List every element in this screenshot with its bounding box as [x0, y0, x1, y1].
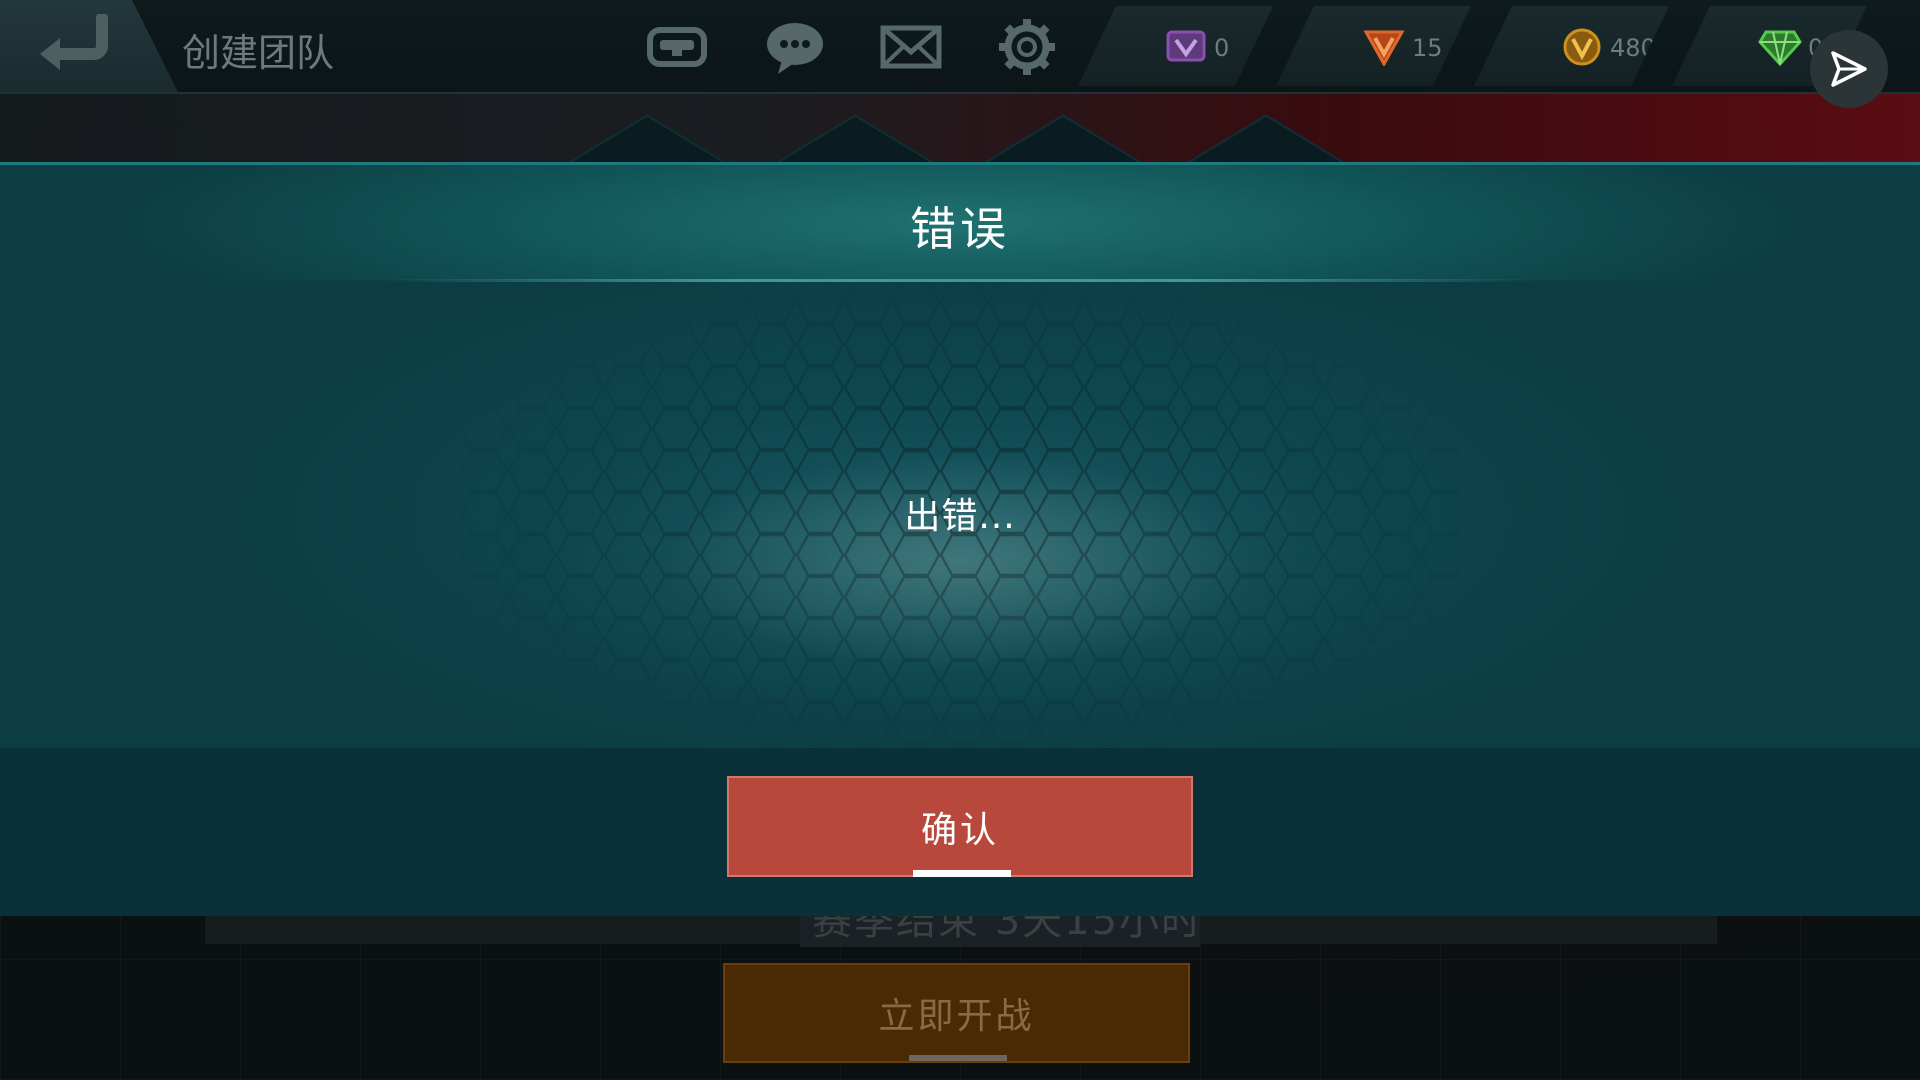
- vip-token-value: 0: [1214, 34, 1230, 62]
- currency-vip-token[interactable]: 0: [1078, 6, 1273, 86]
- start-battle-label: 立即开战: [878, 996, 1035, 1037]
- confirm-label: 确认: [920, 809, 999, 851]
- medal-value: 15: [1412, 34, 1443, 62]
- diamond-icon: [1758, 30, 1802, 66]
- start-battle-button: 立即开战: [723, 963, 1190, 1063]
- background-tab-marker: [773, 114, 937, 164]
- chat-icon[interactable]: [764, 18, 826, 76]
- add-credits-button[interactable]: +: [1658, 26, 1669, 66]
- credits-value: 480: [1610, 34, 1656, 62]
- top-bar: 创建团队 0 15 480 +: [0, 0, 1920, 108]
- gameloft-icon[interactable]: [646, 18, 708, 76]
- error-dialog: 错误 出错... 确认: [0, 162, 1920, 916]
- confirm-underline: [913, 870, 1011, 877]
- settings-gear-icon[interactable]: [996, 18, 1058, 76]
- currency-credits[interactable]: 480 +: [1474, 6, 1669, 86]
- start-battle-underline: [909, 1055, 1007, 1061]
- background-tab-marker: [565, 114, 729, 164]
- background-tab-marker: [1184, 114, 1348, 164]
- confirm-button[interactable]: 确认: [727, 776, 1193, 877]
- dialog-message: 出错...: [904, 496, 1016, 537]
- currency-medal[interactable]: 15: [1276, 6, 1471, 86]
- page-title: 创建团队: [182, 31, 335, 75]
- credits-coin-icon: [1563, 28, 1601, 66]
- background-banner: [0, 92, 1920, 164]
- share-button[interactable]: [1810, 30, 1888, 108]
- background-tab-marker: [981, 114, 1145, 164]
- send-icon: [1831, 51, 1867, 87]
- back-button[interactable]: [0, 0, 178, 92]
- mail-icon[interactable]: [880, 18, 942, 76]
- back-arrow-icon: [40, 14, 108, 70]
- medal-icon: [1363, 30, 1405, 66]
- dialog-title: 错误: [910, 202, 1010, 256]
- vip-token-icon: [1166, 30, 1206, 62]
